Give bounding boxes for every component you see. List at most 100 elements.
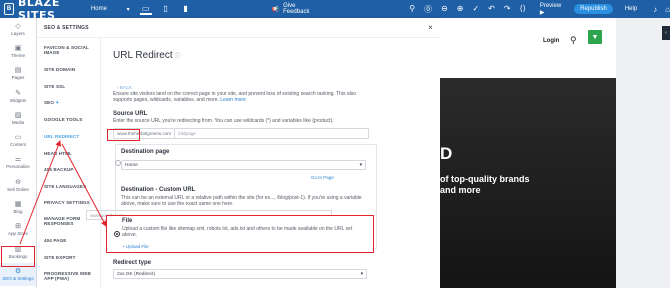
sparkle-icon: ✦ xyxy=(55,100,60,105)
sell-online-icon: ⊖ xyxy=(15,178,21,186)
file-option-box: File Upload a custom file like sitemap.x… xyxy=(106,215,374,253)
toolbar-end: ♪ ⌂ xyxy=(653,5,670,14)
dollar-icon[interactable]: ⓪ xyxy=(424,4,432,15)
page-selector[interactable]: Home ▾ xyxy=(91,6,130,13)
rail-item-pages[interactable]: ▤ Pages xyxy=(0,63,36,85)
rail-item-label: SEO & Settings xyxy=(2,275,34,281)
learn-more-link[interactable]: Learn more xyxy=(220,97,246,103)
rail-item-sell-online[interactable]: ⊖ Sell Online xyxy=(0,174,36,196)
checkmark-icon[interactable]: ✓ xyxy=(472,4,479,15)
close-icon[interactable]: × xyxy=(428,23,433,32)
nav-item-url-redirect[interactable]: URL REDIRECT xyxy=(44,134,98,139)
rail-item-label: Pages xyxy=(11,75,25,81)
page-selector-value: Home xyxy=(90,5,107,12)
annotation-box-seo-settings xyxy=(1,246,35,267)
redirect-type-label: Redirect type xyxy=(113,260,152,266)
media-icon: ▨ xyxy=(14,111,22,119)
nav-item-seo-label: SEO xyxy=(44,100,55,105)
hero-heading-fragment: D xyxy=(440,144,453,163)
hero-text: of top-quality brands and more xyxy=(440,174,530,195)
content-icon: ▭ xyxy=(14,134,22,142)
chevron-down-icon: ▾ xyxy=(126,6,130,13)
rail-item-content[interactable]: ▭ Content xyxy=(0,129,36,151)
zoom-out-icon[interactable]: ⊖ xyxy=(441,4,448,15)
nav-item-site-languages[interactable]: SITE LANGUAGES xyxy=(44,184,98,189)
go-to-page-link[interactable]: Go to Page xyxy=(311,175,334,180)
help-button[interactable]: Help xyxy=(625,6,637,12)
rail-item-media[interactable]: ▨ Media xyxy=(0,107,36,129)
zoom-in-icon[interactable]: ⊕ xyxy=(457,4,464,15)
source-url-input[interactable]: /oldpage xyxy=(175,131,196,136)
rail-item-label: Sell Online xyxy=(7,186,29,192)
nav-item-head-html[interactable]: HEAD HTML xyxy=(44,151,98,156)
rail-item-label: Theme xyxy=(10,52,25,58)
rail-item-label: Blog xyxy=(13,209,23,215)
destination-page-label: Destination page xyxy=(121,149,170,155)
nav-item-site-export[interactable]: SITE EXPORT xyxy=(44,255,98,260)
nav-item-privacy-settings[interactable]: PRIVACY SETTINGS xyxy=(44,200,98,205)
site-login-link[interactable]: Login xyxy=(543,38,559,44)
collapse-panel-button[interactable]: ‹ xyxy=(662,26,670,40)
rail-item-widgets[interactable]: ✎ Widgets xyxy=(0,85,36,107)
rail-item-app-store[interactable]: ⊞ App Store xyxy=(0,219,36,241)
nav-item-seo[interactable]: SEO ✦ xyxy=(44,100,98,105)
file-help: Upload a custom file like sitemap.xml, r… xyxy=(122,226,353,239)
file-label: File xyxy=(122,218,133,224)
destination-page-select[interactable]: Home ▾ xyxy=(121,160,366,170)
app-store-icon: ⊞ xyxy=(15,223,21,231)
nav-item-site-domain[interactable]: SITE DOMAIN xyxy=(44,67,98,72)
tablet-view-icon[interactable]: ▯ xyxy=(160,4,172,15)
redo-icon[interactable]: ↷ xyxy=(504,4,511,15)
nav-item-google-tools[interactable]: GOOGLE TOOLS xyxy=(44,117,98,122)
rail-item-label: Widgets xyxy=(9,97,27,103)
desktop-view-icon[interactable]: ▭ xyxy=(139,4,152,15)
rail-item-blog[interactable]: ▦ Blog xyxy=(0,196,36,218)
rail-item-theme[interactable]: ▣ Theme xyxy=(0,40,36,62)
source-url-label: Source URL xyxy=(113,111,148,117)
panel-header: SEO & SETTINGS × xyxy=(37,18,440,38)
republish-button[interactable]: Republish xyxy=(574,4,613,14)
rail-item-label: Media xyxy=(11,119,25,125)
nav-item-404-backup[interactable]: 404 BACKUP xyxy=(44,167,98,172)
search-icon[interactable]: ⚲ xyxy=(409,4,415,15)
rail-item-label: Layers xyxy=(11,30,25,36)
rail-item-layers[interactable]: ◇ Layers xyxy=(0,18,36,40)
mobile-view-icon[interactable]: ▮ xyxy=(180,4,192,15)
custom-url-help: This can be an external URL or a relativ… xyxy=(121,195,362,208)
device-switcher: ▭ ▯ ▮ xyxy=(139,4,192,15)
give-feedback-button[interactable]: 📢 Give Feedback xyxy=(272,3,318,15)
megaphone-icon: 📢 xyxy=(271,6,280,13)
search-icon[interactable]: ⚲ xyxy=(570,35,577,46)
code-icon[interactable]: ⟨⟩ xyxy=(520,4,526,15)
undo-icon[interactable]: ↶ xyxy=(488,4,495,15)
chevron-down-icon: ▾ xyxy=(360,271,363,277)
cart-icon[interactable]: ▼ xyxy=(588,30,602,44)
toolbar-icons: ⚲ ⓪ ⊖ ⊕ ✓ ↶ ↷ ⟨⟩ xyxy=(409,4,526,15)
back-link[interactable]: ‹ BACK xyxy=(117,85,132,90)
top-toolbar: B BLAZE SITES Home ▾ ▭ ▯ ▮ 📢 Give Feedba… xyxy=(0,0,670,22)
seo-settings-icon: ⚙ xyxy=(14,267,22,275)
nav-item-favicon[interactable]: FAVICON & SOCIAL IMAGE xyxy=(44,45,98,56)
nav-item-pwa[interactable]: PROGRESSIVE WEB APP (PWA) xyxy=(44,271,98,282)
redirect-type-select[interactable]: 2xx.OK (Redirect) ▾ xyxy=(113,269,367,279)
rail-item-personalize[interactable]: ⚌ Personalize xyxy=(0,152,36,174)
preview-button[interactable]: Preview ▶ xyxy=(540,3,564,16)
logo-mark-icon: B xyxy=(4,3,14,15)
upload-file-link[interactable]: + Upload File xyxy=(122,244,149,249)
personalize-icon: ⚌ xyxy=(14,156,22,164)
rail-item-label: App Store xyxy=(7,231,28,237)
bell-icon[interactable]: ♪ xyxy=(653,5,657,14)
destination-page-value: Home xyxy=(125,162,138,168)
home-icon[interactable]: ⌂ xyxy=(665,5,670,14)
nav-item-404-page[interactable]: 404 PAGE xyxy=(44,238,98,243)
rail-item-label: Content xyxy=(10,142,26,148)
file-radio[interactable] xyxy=(114,231,120,237)
redirect-description: Ensure site visitors land on the correct… xyxy=(113,91,373,104)
info-icon[interactable]: ⓘ xyxy=(175,54,181,60)
page-title: URL Redirect ⓘ xyxy=(113,50,181,61)
theme-icon: ▣ xyxy=(14,44,22,52)
settings-nav: FAVICON & SOCIAL IMAGE SITE DOMAIN SITE … xyxy=(37,38,101,288)
right-margin xyxy=(616,18,670,288)
give-feedback-label: Give Feedback xyxy=(283,3,310,15)
nav-item-site-ssl[interactable]: SITE SSL xyxy=(44,84,98,89)
